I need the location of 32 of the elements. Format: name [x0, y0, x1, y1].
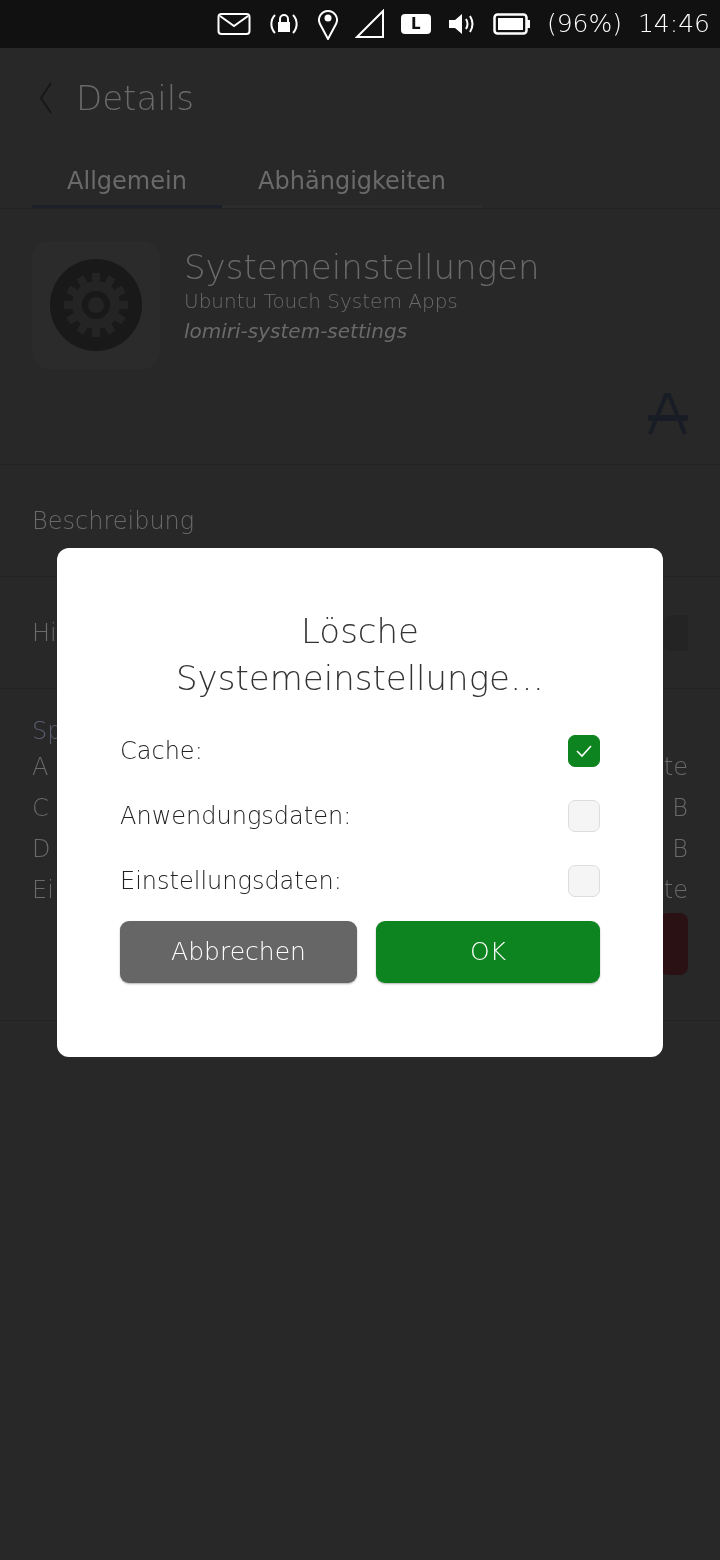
- storage-label: D: [32, 834, 51, 865]
- ok-button[interactable]: OK: [376, 921, 600, 983]
- dialog-title: Lösche Systemeinstellunge…: [175, 610, 545, 700]
- signal-icon: [354, 9, 385, 39]
- storage-value: te: [663, 752, 688, 783]
- storage-label: A: [32, 752, 49, 783]
- section-label[interactable]: Beschreibung: [32, 502, 195, 539]
- battery-icon: [492, 13, 531, 35]
- check-icon: [575, 743, 593, 758]
- battery-percentage: (96%): [546, 8, 622, 41]
- storage-label: C: [32, 793, 49, 824]
- option-label: Cache:: [120, 735, 203, 767]
- tab[interactable]: Abhängigkeiten: [222, 163, 482, 208]
- cancel-button[interactable]: Abbrechen: [120, 921, 357, 983]
- mail-icon: [216, 12, 251, 36]
- option-label: Anwendungsdaten:: [120, 800, 352, 832]
- package-name: lomiri-system-settings: [184, 318, 409, 346]
- row-label: Hi: [32, 617, 57, 649]
- location-icon: [316, 8, 339, 40]
- tab[interactable]: Allgemein: [32, 163, 222, 208]
- page-title: Details: [76, 76, 194, 120]
- app-name: Systemeinstellungen: [184, 249, 540, 287]
- storage-value: te: [663, 875, 688, 906]
- storage-value: B: [672, 793, 688, 824]
- checkbox[interactable]: [568, 734, 600, 767]
- clock: 14:46: [637, 8, 710, 41]
- option-label: Einstellungsdaten:: [120, 865, 342, 897]
- toggle-switch[interactable]: [664, 614, 688, 651]
- storage-value: B: [672, 834, 688, 865]
- storage-label: Ei: [32, 875, 54, 906]
- publisher-name: Ubuntu Touch System Apps: [184, 288, 459, 316]
- network-badge: L: [400, 14, 431, 34]
